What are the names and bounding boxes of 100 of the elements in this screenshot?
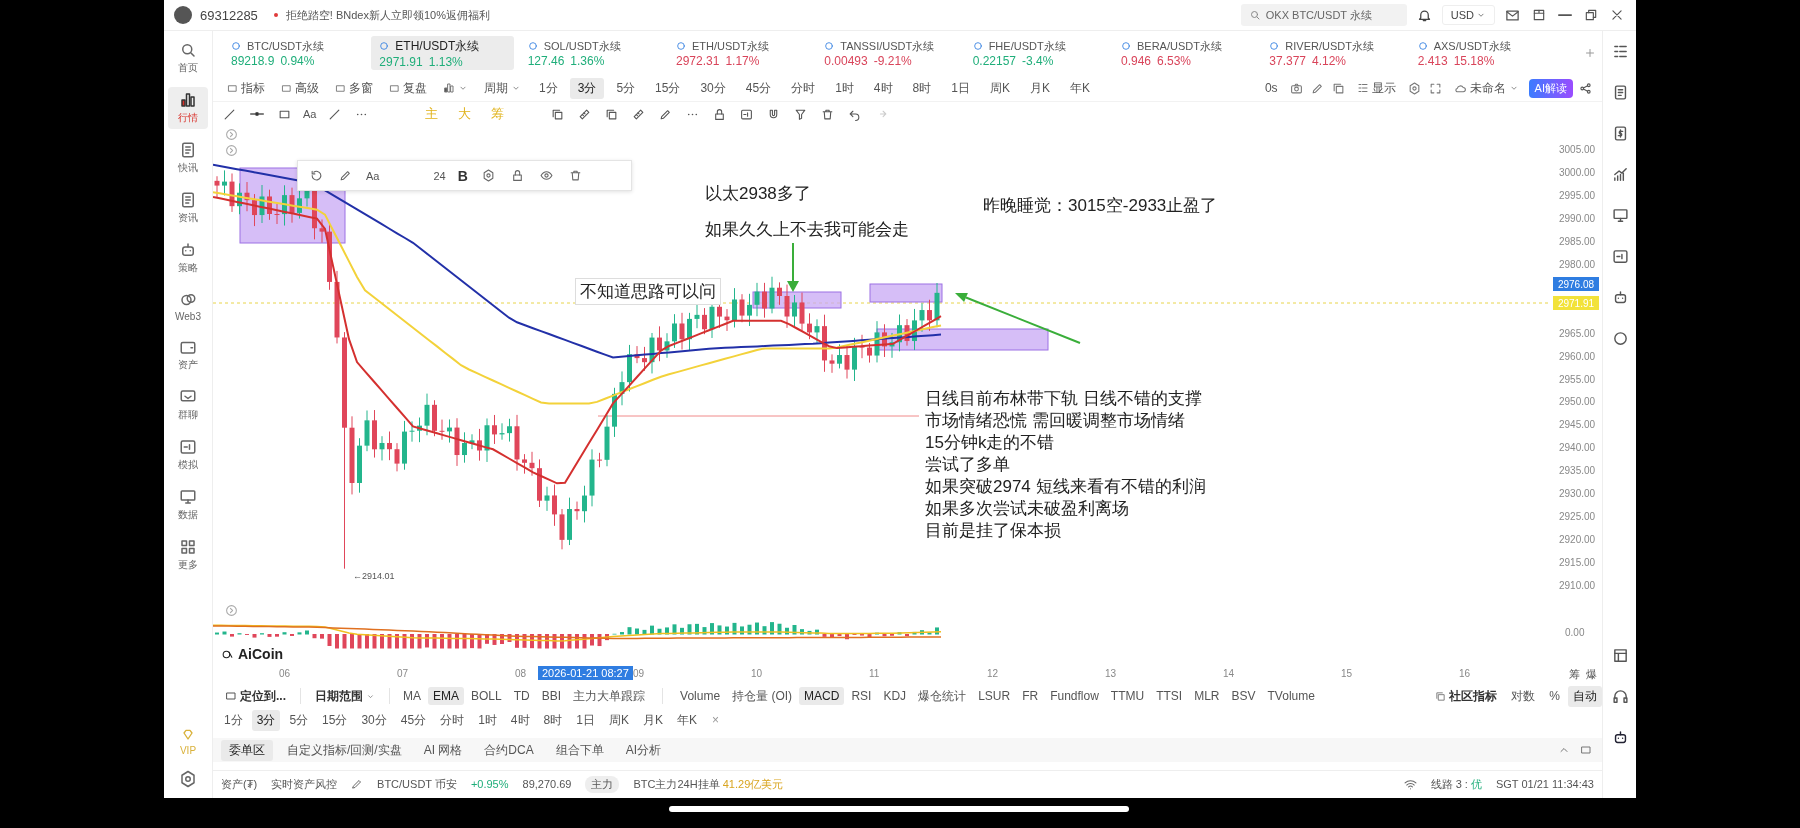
ticker-tab[interactable]: FHE/USDT永续 0.22157 -3.4% [964,36,1107,70]
period-tab[interactable]: 年K [1061,77,1098,99]
sidebar-item[interactable]: 群聊 [168,384,208,426]
period-tab[interactable]: 月K [637,709,668,731]
ai-button[interactable]: AI解读 [1528,78,1573,98]
period-tab[interactable]: BOLL [466,687,507,705]
ticker-tab[interactable]: ETH/USDT永续 2971.91 1.13% [371,36,514,70]
toolbar-button[interactable]: 高级 [275,77,325,99]
axis-mark[interactable]: 爆 [1586,667,1597,682]
period-tab[interactable]: TTSI [1151,687,1188,705]
sidebar-item[interactable]: Web3 [168,287,208,326]
period-tab[interactable]: 周K [981,77,1018,99]
ticker-tab[interactable]: RIVER/USDT永续 37.377 4.12% [1261,36,1404,70]
sidebar-item[interactable]: 行情 [168,87,208,129]
text-style-button[interactable]: Aa [366,169,380,182]
period-tab[interactable]: 持仓量 (OI) [727,685,798,707]
period-tab[interactable]: Volume [675,687,726,705]
date-range-dropdown[interactable]: 日期范围 [309,685,381,707]
period-tab[interactable]: 分时 [435,709,470,731]
percent-button[interactable]: % [1543,687,1566,705]
ticker-tab[interactable]: SOL/USDT永续 127.46 1.36% [519,36,662,70]
period-tab[interactable]: AI 网格 [415,739,471,761]
period-tab[interactable]: 15分 [647,77,689,99]
period-tab[interactable]: 5分 [284,709,314,731]
period-tab[interactable]: 3分 [251,709,281,731]
currency-dropdown[interactable]: USD [1441,5,1495,25]
timer-button[interactable]: 0s [1258,79,1284,97]
period-tab[interactable]: 委单区 [221,739,273,761]
period-tab[interactable]: 主力大单跟踪 [568,685,651,707]
sidebar-item[interactable]: 首页 [168,37,208,79]
period-tab[interactable]: TTMU [1105,687,1150,705]
ticker-tab[interactable]: ETH/USDT永续 2972.31 1.17% [668,36,811,70]
period-tab[interactable]: 8时 [904,77,940,99]
period-tab[interactable]: MA [398,687,426,705]
period-tab[interactable]: 分时 [783,77,824,99]
period-tab[interactable]: 30分 [356,709,392,731]
period-tab[interactable]: 爆仓统计 [913,685,972,707]
ticker-tab[interactable]: BERA/USDT永续 0.946 6.53% [1112,36,1256,70]
ticker-tab[interactable]: TANSSI/USDT永续 0.00493 -9.21% [816,36,959,70]
text-tool[interactable]: Aa [303,108,317,120]
period-tab[interactable]: BSV [1226,687,1261,705]
log-scale-button[interactable]: 对数 [1505,685,1542,707]
sidebar-item[interactable]: 更多 [168,534,208,576]
period-tab[interactable]: 1分 [531,77,566,99]
layout-dropdown[interactable]: 未命名 [1447,77,1525,99]
period-tab[interactable]: MACD [799,687,845,705]
period-tab[interactable]: EMA [428,687,465,705]
period-tab[interactable]: 15分 [317,709,353,731]
locate-button[interactable]: 定位到... [219,685,292,707]
sidebar-item[interactable]: 资产 [168,334,208,376]
period-tab[interactable]: 1分 [219,709,248,731]
period-tab[interactable]: 周K [603,709,634,731]
period-tab[interactable]: 自定义指标/回测/实盘 [279,739,410,761]
period-tab[interactable]: 年K [671,709,702,731]
period-tab[interactable]: KDJ [878,687,912,705]
search-field[interactable]: OKX BTC/USDT 永续 [1240,4,1407,26]
period-tab[interactable]: RSI [846,687,877,705]
sidebar-item[interactable]: 策略 [168,237,208,279]
toolbar-button[interactable]: 指标 [221,77,271,99]
period-tab[interactable]: 1日 [943,77,978,99]
sidebar-item[interactable]: 快讯 [168,137,208,179]
period-tab[interactable]: 自动 [1568,685,1602,707]
period-tab[interactable]: 30分 [692,77,734,99]
period-tab[interactable]: 1时 [473,709,502,731]
sidebar-item[interactable]: 模拟 [168,434,208,476]
ticker-tab[interactable]: AXS/USDT永续 2.413 15.18% [1409,36,1552,70]
period-tab[interactable]: 1日 [571,709,600,731]
period-tab[interactable]: LSUR [973,687,1016,705]
period-tab[interactable]: Fundflow [1045,687,1104,705]
period-tab[interactable]: 8时 [538,709,568,731]
bold-button[interactable]: B [457,167,468,184]
period-tab[interactable]: 1时 [827,77,862,99]
period-tab[interactable]: 5分 [608,77,644,99]
promo-link[interactable]: 拒绝踏空! BNdex新人立即领10%返佣福利 [285,7,490,23]
period-tab[interactable]: MLR [1189,687,1225,705]
period-tab[interactable]: 4时 [505,709,535,731]
ticker-tab[interactable]: BTC/USDT永续 89218.9 0.94% [223,36,366,70]
period-tab[interactable]: AI分析 [617,739,670,761]
period-dropdown[interactable]: 周期 [478,77,527,99]
period-tab[interactable]: 月K [1021,77,1058,99]
period-tab[interactable]: 45分 [737,77,780,99]
period-tab[interactable]: FR [1017,687,1044,705]
toolbar-button[interactable]: 多窗 [329,77,379,99]
period-tab[interactable]: 4时 [865,77,901,99]
display-button[interactable]: 显示 [1350,77,1402,99]
sidebar-item[interactable]: 数据 [168,484,208,526]
risk-control-link[interactable]: 实时资产风控 [271,776,338,792]
font-size-dropdown[interactable]: 24 [433,169,446,182]
period-tab[interactable]: 45分 [395,709,432,731]
period-tab[interactable]: TD [508,687,535,705]
sidebar-item[interactable]: 资讯 [168,187,208,229]
toolbar-button[interactable]: 复盘 [383,77,433,99]
period-tab[interactable]: BBI [536,687,567,705]
assets-label[interactable]: 资产(₮) [221,776,258,792]
axis-mark[interactable]: 筹 [1569,667,1580,682]
period-tab[interactable]: 3分 [569,77,605,99]
period-tab[interactable]: 合约DCA [476,739,542,761]
period-tab[interactable]: TVolume [1262,687,1320,705]
period-tab[interactable]: 组合下单 [547,739,612,761]
community-button[interactable]: 社区指标 [1429,685,1504,707]
